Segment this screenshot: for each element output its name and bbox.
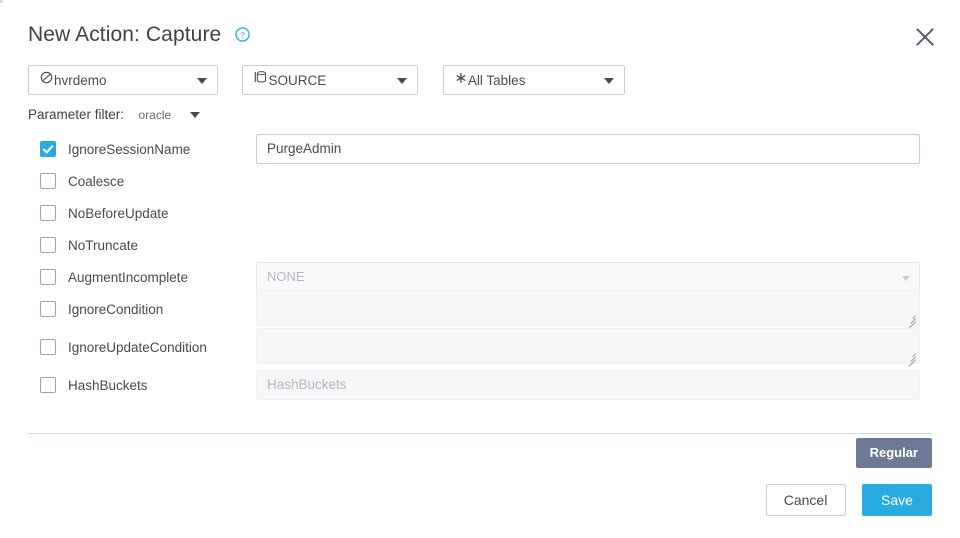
close-icon[interactable] bbox=[912, 24, 938, 50]
checkbox-ignoresessionname[interactable]: IgnoreSessionName bbox=[40, 133, 190, 165]
scope-selectors: hvrdemo SOURCE All Tables bbox=[28, 65, 625, 95]
footer-actions: Cancel Save bbox=[765, 484, 932, 516]
chevron-down-icon[interactable] bbox=[189, 111, 200, 118]
checkbox-ignorecondition[interactable]: IgnoreCondition bbox=[40, 293, 163, 325]
asterisk-icon bbox=[455, 66, 467, 94]
tables-select[interactable]: All Tables bbox=[442, 65, 625, 95]
select-value: NONE bbox=[267, 269, 305, 284]
checkbox-hashbuckets[interactable]: HashBuckets bbox=[40, 369, 148, 401]
checkbox-box bbox=[40, 269, 56, 285]
location-select-label: SOURCE bbox=[268, 73, 327, 88]
checkbox-box bbox=[40, 141, 56, 157]
checkbox-notruncate[interactable]: NoTruncate bbox=[40, 229, 138, 261]
checkbox-coalesce[interactable]: Coalesce bbox=[40, 165, 124, 197]
checkbox-label: IgnoreCondition bbox=[68, 301, 164, 317]
checkbox-label: HashBuckets bbox=[68, 377, 148, 393]
page-title: New Action: Capture bbox=[28, 23, 222, 46]
resize-handle-icon bbox=[905, 312, 916, 330]
input-hashbuckets: HashBuckets bbox=[256, 370, 920, 400]
dialog-header: New Action: Capture ? bbox=[28, 20, 932, 54]
database-icon bbox=[254, 66, 267, 94]
parameter-filter-label: Parameter filter: bbox=[28, 107, 125, 122]
channel-select-label: hvrdemo bbox=[54, 73, 107, 88]
select-augmentincomplete: NONE bbox=[256, 262, 920, 292]
textarea-ignoreupdatecondition bbox=[256, 328, 920, 368]
checkbox-box bbox=[40, 237, 56, 253]
chevron-down-icon bbox=[603, 78, 614, 84]
parameter-row: Coalesce bbox=[0, 165, 960, 197]
checkbox-label: NoBeforeUpdate bbox=[68, 205, 169, 221]
checkbox-label: NoTruncate bbox=[68, 237, 139, 253]
checkbox-box bbox=[40, 339, 56, 355]
checkbox-box bbox=[40, 301, 56, 317]
parameter-row: IgnoreSessionName PurgeAdmin bbox=[0, 133, 960, 165]
checkbox-box bbox=[40, 377, 56, 393]
parameter-filter-value[interactable]: oracle bbox=[138, 105, 171, 125]
svg-text:?: ? bbox=[240, 29, 245, 39]
new-action-capture-dialog: New Action: Capture ? hvrdemo SOURCE All… bbox=[0, 0, 960, 538]
parameter-list: IgnoreSessionName PurgeAdmin Coalesce No… bbox=[0, 133, 960, 401]
checkbox-label: IgnoreUpdateCondition bbox=[68, 339, 207, 355]
checkbox-box bbox=[40, 205, 56, 221]
window-corner-artifact bbox=[0, 0, 3, 3]
parameter-filter: Parameter filter: oracle bbox=[28, 105, 200, 125]
checkbox-box bbox=[40, 173, 56, 189]
checkbox-ignoreupdatecondition[interactable]: IgnoreUpdateCondition bbox=[40, 331, 207, 363]
textarea-ignorecondition bbox=[256, 290, 920, 330]
parameter-row: NoTruncate bbox=[0, 229, 960, 261]
checkbox-label: IgnoreSessionName bbox=[68, 141, 191, 157]
input-placeholder: HashBuckets bbox=[267, 377, 347, 392]
regular-scope-button[interactable]: Regular bbox=[855, 438, 932, 468]
input-ignoresessionname[interactable]: PurgeAdmin bbox=[256, 134, 920, 164]
tables-select-label: All Tables bbox=[467, 73, 526, 88]
chevron-down-icon bbox=[197, 78, 207, 84]
chevron-down-icon bbox=[397, 78, 408, 84]
chevron-down-icon bbox=[902, 276, 910, 281]
checkbox-label: Coalesce bbox=[68, 173, 125, 189]
save-button[interactable]: Save bbox=[862, 484, 932, 516]
checkbox-augmentincomplete[interactable]: AugmentIncomplete bbox=[40, 261, 188, 293]
footer-divider bbox=[28, 433, 932, 434]
channel-icon bbox=[40, 66, 53, 94]
cancel-button[interactable]: Cancel bbox=[765, 484, 846, 516]
checkbox-label: AugmentIncomplete bbox=[68, 269, 189, 285]
channel-select[interactable]: hvrdemo bbox=[28, 65, 218, 95]
parameter-row: IgnoreCondition bbox=[0, 290, 960, 331]
parameter-row: HashBuckets HashBuckets bbox=[0, 369, 960, 401]
parameter-row: IgnoreUpdateCondition bbox=[0, 328, 960, 369]
parameter-row: AugmentIncomplete NONE bbox=[0, 261, 960, 293]
input-value: PurgeAdmin bbox=[267, 141, 342, 156]
parameter-row: NoBeforeUpdate bbox=[0, 197, 960, 229]
location-select[interactable]: SOURCE bbox=[242, 65, 419, 95]
resize-handle-icon bbox=[905, 350, 916, 368]
help-circle-icon[interactable]: ? bbox=[235, 26, 250, 42]
checkbox-nobeforeupdate[interactable]: NoBeforeUpdate bbox=[40, 197, 169, 229]
